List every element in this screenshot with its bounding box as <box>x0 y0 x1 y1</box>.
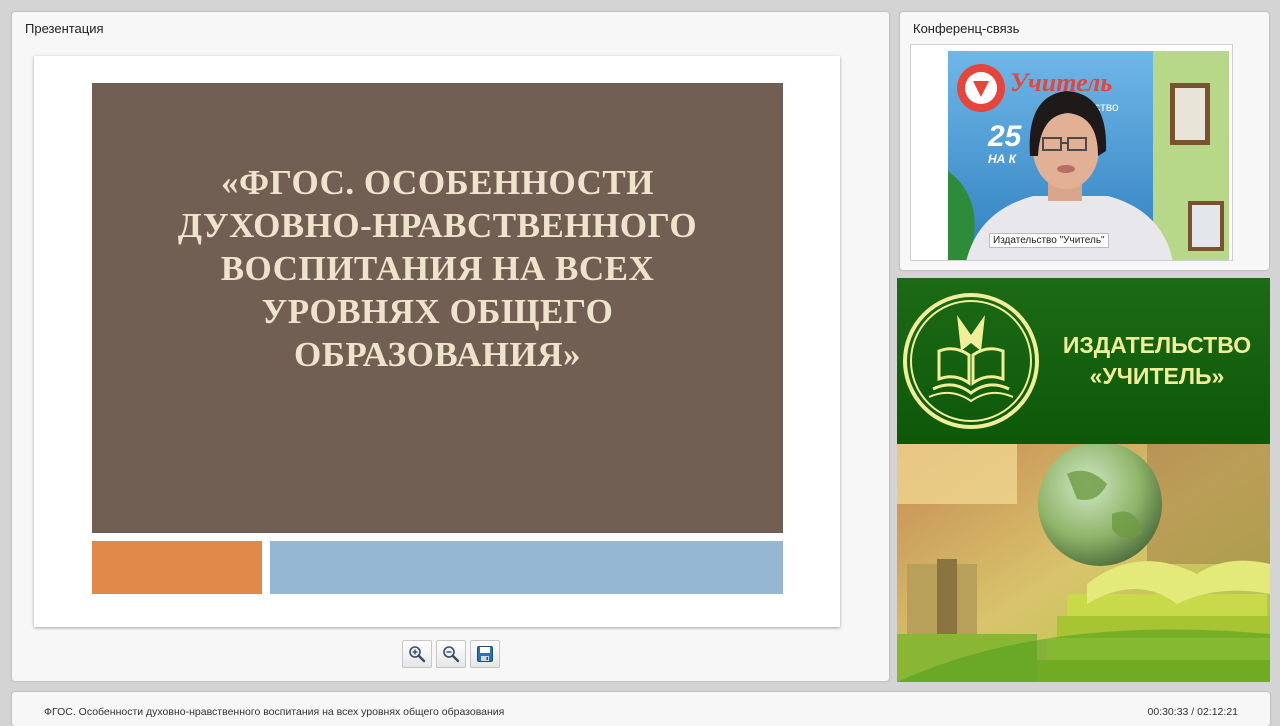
zoom-out-button[interactable] <box>436 640 466 668</box>
slide-accent-orange <box>92 541 262 594</box>
publisher-logo-icon <box>903 293 1039 429</box>
books-illustration <box>897 444 1270 682</box>
webcam-scene: Учитель ьство 25 НА К <box>948 51 1229 260</box>
poster-number-text: 25 <box>987 120 1023 153</box>
webcam-video[interactable]: Учитель ьство 25 НА К <box>948 51 1229 260</box>
video-frame: Учитель ьство 25 НА К Издательство "Учит… <box>910 44 1233 261</box>
slide-view: «ФГОС. ОСОБЕННОСТИ ДУХОВНО-НРАВСТВЕННОГО… <box>34 56 840 627</box>
publisher-banner: ИЗДАТЕЛЬСТВО «УЧИТЕЛЬ» <box>897 278 1270 444</box>
bottom-info-bar: ФГОС. Особенности духовно-нравственного … <box>12 692 1270 726</box>
slide-title: «ФГОС. ОСОБЕННОСТИ ДУХОВНО-НРАВСТВЕННОГО… <box>177 163 698 374</box>
save-button[interactable] <box>470 640 500 668</box>
video-caption: Издательство "Учитель" <box>989 233 1109 248</box>
slide-title-area: «ФГОС. ОСОБЕННОСТИ ДУХОВНО-НРАВСТВЕННОГО… <box>92 83 783 533</box>
playback-time: 00:30:33 / 02:12:21 <box>1147 706 1239 718</box>
zoom-in-icon <box>409 646 426 663</box>
zoom-out-icon <box>443 646 460 663</box>
conference-panel: Конференц-связь Учитель ьство 25 НА К Из… <box>900 12 1269 270</box>
presentation-panel: Презентация «ФГОС. ОСОБЕННОСТИ ДУХОВНО-Н… <box>12 12 889 681</box>
slide-accent-blue <box>270 541 783 594</box>
publisher-name: ИЗДАТЕЛЬСТВО «УЧИТЕЛЬ» <box>1062 332 1252 389</box>
lecture-title: ФГОС. Особенности духовно-нравственного … <box>44 706 505 718</box>
presentation-panel-title: Презентация <box>25 21 104 36</box>
save-icon <box>477 646 493 662</box>
zoom-in-button[interactable] <box>402 640 432 668</box>
conference-panel-title: Конференц-связь <box>913 21 1020 36</box>
poster-line-text: НА К <box>988 152 1018 166</box>
books-globe-image <box>897 444 1270 682</box>
